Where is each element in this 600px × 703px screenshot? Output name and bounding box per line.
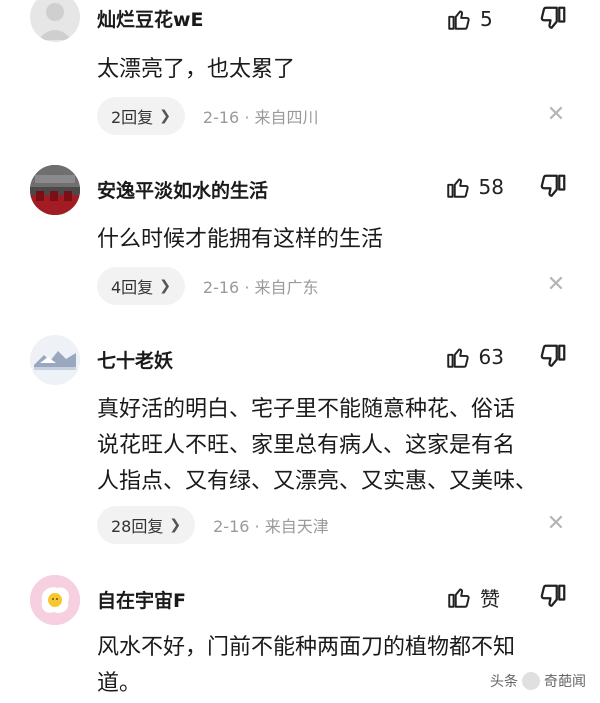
- username[interactable]: 灿烂豆花wE: [97, 5, 204, 32]
- comment-text: 什么时候才能拥有这样的生活: [97, 222, 567, 258]
- replies-button[interactable]: 4回复 ❯: [97, 267, 185, 305]
- account-logo-icon: [522, 672, 540, 690]
- comment-text-line: 说花旺人不旺、家里总有病人、这家是有名: [97, 433, 516, 458]
- comment-location: 来自四川: [254, 108, 319, 127]
- thumbs-up-icon: [446, 178, 469, 198]
- username[interactable]: 安逸平淡如水的生活: [97, 176, 268, 203]
- watermark-brand: 头条: [490, 674, 518, 690]
- user-placeholder-icon: [38, 3, 72, 40]
- thumbs-down-icon[interactable]: [538, 582, 568, 612]
- comment-text: 风水不好，门前不能种两面刀的植物都不知 道。: [97, 630, 567, 702]
- chevron-right-icon: ❯: [169, 517, 182, 533]
- comment-date: 2-16: [202, 108, 240, 127]
- replies-label: 2回复: [111, 108, 154, 127]
- comment-location: 来自广东: [254, 278, 319, 297]
- comment-item: 七十老妖 63 真好活的明白、宅子里不能随意种花、俗话 说花旺人不旺、家里总有病…: [0, 330, 600, 560]
- like-button[interactable]: 58: [445, 172, 504, 202]
- thumbs-up-icon: [446, 348, 469, 368]
- thumbs-down-icon[interactable]: [538, 4, 568, 34]
- like-count: 5: [480, 7, 493, 31]
- replies-button[interactable]: 28回复 ❯: [97, 506, 196, 544]
- thumbs-down-icon[interactable]: [538, 172, 568, 202]
- separator: ·: [244, 278, 250, 297]
- avatar[interactable]: [30, 0, 80, 42]
- avatar[interactable]: [30, 575, 80, 625]
- separator: ·: [244, 108, 250, 127]
- comment-date: 2-16: [213, 517, 250, 536]
- watermark: 头条 奇葩闻: [490, 671, 586, 691]
- like-button[interactable]: 5: [446, 4, 504, 34]
- comment-meta: 28回复 ❯ 2-16 · 来自天津: [97, 506, 329, 544]
- username[interactable]: 自在宇宙F: [97, 586, 186, 613]
- avatar[interactable]: [30, 335, 80, 385]
- avatar[interactable]: [30, 165, 80, 215]
- like-count: 63: [478, 345, 504, 369]
- comment-text-line: 人指点、又有绿、又漂亮、又实惠、又美味、: [97, 469, 538, 494]
- comment-date-location: 2-16 · 来自四川: [203, 104, 319, 128]
- username[interactable]: 七十老妖: [97, 346, 173, 373]
- replies-label: 4回复: [111, 278, 154, 297]
- comment-text: 真好活的明白、宅子里不能随意种花、俗话 说花旺人不旺、家里总有病人、这家是有名 …: [97, 392, 567, 500]
- like-button[interactable]: 赞: [446, 582, 504, 612]
- chevron-right-icon: ❯: [159, 278, 171, 294]
- snow-landscape-icon: [30, 335, 80, 385]
- comment-location: 来自天津: [264, 517, 329, 536]
- comment-text-line: 太漂亮了，也太累了: [97, 57, 296, 82]
- fried-egg-icon: [30, 575, 80, 625]
- comment-date-location: 2-16 · 来自天津: [213, 513, 329, 537]
- separator: ·: [254, 517, 260, 536]
- chevron-right-icon: ❯: [159, 108, 171, 124]
- comment-date-location: 2-16 · 来自广东: [203, 274, 319, 298]
- comment-meta: 4回复 ❯ 2-16 · 来自广东: [97, 267, 319, 305]
- like-button[interactable]: 63: [445, 342, 504, 372]
- comment-text-line: 真好活的明白、宅子里不能随意种花、俗话: [97, 397, 516, 422]
- comment-item: 安逸平淡如水的生活 58 什么时候才能拥有这样的生活 4回复 ❯ 2-16 · …: [0, 160, 600, 330]
- like-count: 58: [478, 175, 504, 199]
- comment-date: 2-16: [202, 278, 240, 297]
- photo-avatar-icon: [30, 165, 80, 215]
- close-icon[interactable]: ✕: [544, 272, 568, 297]
- replies-label: 28回复: [111, 517, 164, 536]
- watermark-account: 奇葩闻: [544, 674, 586, 690]
- like-label: 赞: [480, 586, 500, 611]
- replies-button[interactable]: 2回复 ❯: [97, 97, 185, 135]
- close-icon[interactable]: ✕: [544, 511, 568, 536]
- comment-meta: 2回复 ❯ 2-16 · 来自四川: [97, 97, 319, 135]
- comment-text-line: 什么时候才能拥有这样的生活: [97, 227, 384, 252]
- close-icon[interactable]: ✕: [544, 102, 568, 127]
- comment-item: 灿烂豆花wE 5 太漂亮了，也太累了 2回复 ❯ 2-16 · 来自四川 ✕: [0, 0, 600, 160]
- thumbs-down-icon[interactable]: [538, 342, 568, 372]
- comment-text-line: 风水不好，门前不能种两面刀的植物都不知: [97, 635, 516, 660]
- comment-text: 太漂亮了，也太累了: [97, 52, 567, 88]
- thumbs-up-icon: [448, 588, 470, 608]
- thumbs-up-icon: [448, 10, 470, 30]
